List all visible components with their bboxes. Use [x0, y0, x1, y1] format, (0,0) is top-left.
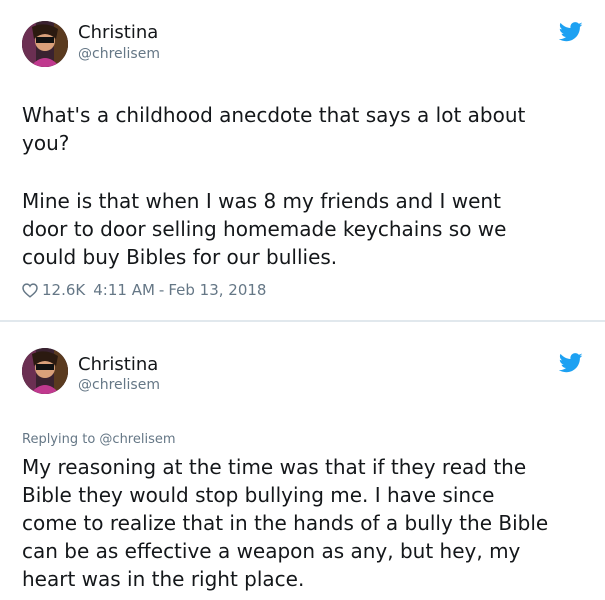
avatar-photo	[22, 348, 68, 394]
tweet-card: Christina @chrelisem What's a childhood …	[0, 0, 605, 320]
twitter-bird-icon[interactable]	[559, 22, 583, 42]
tweet-card: Christina @chrelisem Replying to @chreli…	[0, 322, 605, 600]
twitter-bird-icon[interactable]	[559, 353, 583, 373]
avatar[interactable]	[22, 348, 68, 394]
author-display-name[interactable]: Christina	[78, 354, 158, 375]
tweet-text-line: you?	[22, 131, 70, 155]
tweet-text-line: Mine is that when I was 8 my friends and…	[22, 189, 501, 213]
tweet-text: My reasoning at the time was that if the…	[22, 453, 582, 593]
replying-to-label[interactable]: Replying to @chrelisem	[22, 432, 176, 447]
meta-separator: -	[158, 281, 165, 299]
tweet-time[interactable]: 4:11 AM	[93, 281, 155, 299]
heart-outline-icon[interactable]	[22, 282, 38, 298]
tweet-text-line: Bible they would stop bullying me. I hav…	[22, 483, 495, 507]
avatar[interactable]	[22, 21, 68, 67]
avatar-photo	[22, 21, 68, 67]
tweet-text-line: could buy Bibles for our bullies.	[22, 245, 338, 269]
tweet-text: What's a childhood anecdote that says a …	[22, 101, 582, 157]
like-count[interactable]: 12.6K	[42, 281, 85, 299]
tweet-text: Mine is that when I was 8 my friends and…	[22, 187, 582, 271]
author-handle[interactable]: @chrelisem	[78, 377, 160, 393]
tweet-date[interactable]: Feb 13, 2018	[168, 281, 266, 299]
author-handle[interactable]: @chrelisem	[78, 46, 160, 62]
tweet-text-line: can be as effective a weapon as any, but…	[22, 539, 521, 563]
tweet-text-line: door to door selling homemade keychains …	[22, 217, 507, 241]
tweet-text-line: heart was in the right place.	[22, 567, 305, 591]
tweet-meta: 12.6K 4:11 AM - Feb 13, 2018	[22, 281, 266, 299]
tweet-text-line: My reasoning at the time was that if the…	[22, 455, 527, 479]
author-display-name[interactable]: Christina	[78, 22, 158, 43]
tweet-text-line: come to realize that in the hands of a b…	[22, 511, 549, 535]
tweet-text-line: What's a childhood anecdote that says a …	[22, 103, 526, 127]
